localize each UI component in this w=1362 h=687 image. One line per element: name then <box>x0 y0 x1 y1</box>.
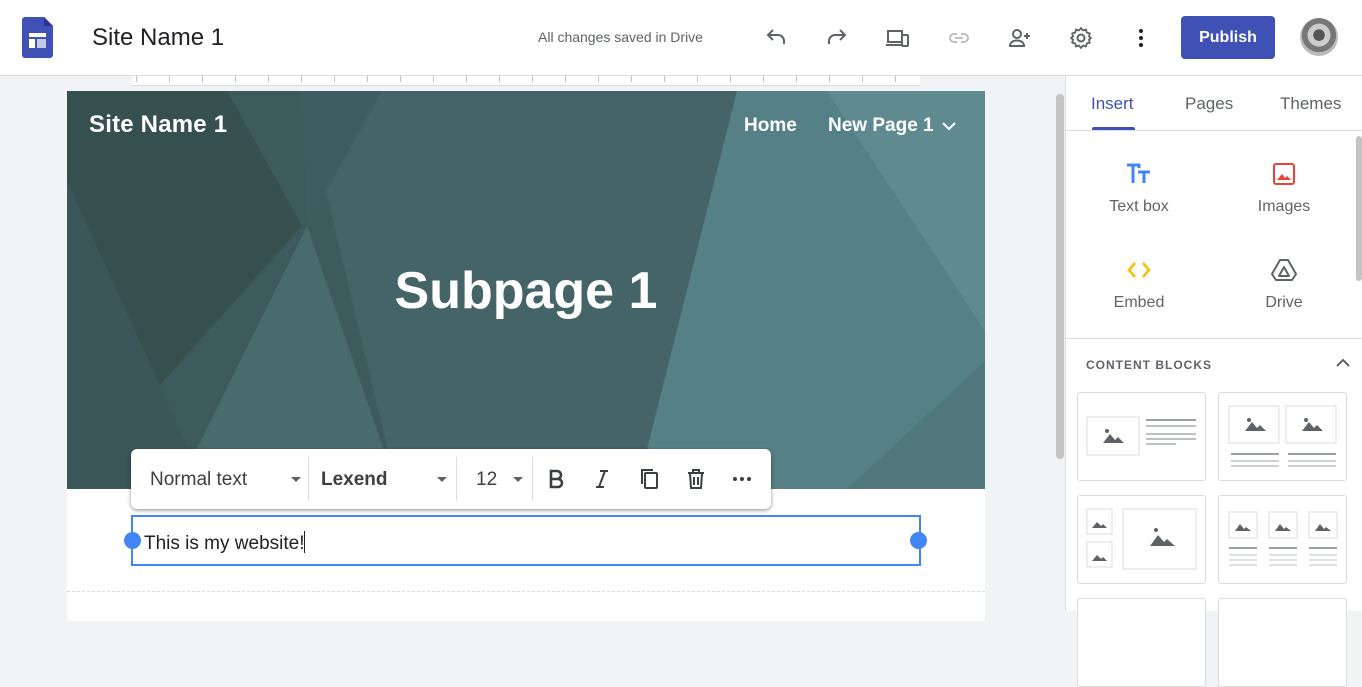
insert-drive-button[interactable]: Drive <box>1224 256 1344 312</box>
site-title[interactable]: Site Name 1 <box>92 24 224 52</box>
content-block-image-grid[interactable] <box>1077 495 1206 584</box>
side-panel: Insert Pages Themes Text box Images Embe… <box>1065 76 1362 687</box>
resize-handle-right[interactable] <box>910 532 927 549</box>
insert-item-label: Drive <box>1265 294 1303 311</box>
share-add-person-icon[interactable] <box>1004 22 1036 54</box>
ruler-tick <box>268 76 269 82</box>
insert-text-box-button[interactable]: Text box <box>1079 160 1199 216</box>
tab-themes[interactable]: Themes <box>1280 94 1341 114</box>
bold-icon[interactable] <box>542 465 570 493</box>
ruler-tick <box>631 76 632 82</box>
ruler-tick <box>598 76 599 82</box>
tab-pages[interactable]: Pages <box>1185 94 1233 114</box>
content-block-image-text[interactable] <box>1077 392 1206 481</box>
ruler-tick <box>202 76 203 82</box>
divider <box>1066 338 1362 339</box>
ruler-tick <box>466 76 467 82</box>
redo-icon[interactable] <box>821 22 853 54</box>
font-family-dropdown[interactable]: Lexend <box>321 469 388 491</box>
drive-icon <box>1270 256 1298 284</box>
ruler-tick <box>829 76 830 82</box>
nav-link-home[interactable]: Home <box>744 115 797 137</box>
font-size-dropdown[interactable]: 12 <box>476 469 497 491</box>
ruler-tick <box>301 76 302 82</box>
ruler-tick <box>664 76 665 82</box>
section-divider <box>67 591 985 592</box>
ruler-tick <box>136 76 137 82</box>
save-status: All changes saved in Drive <box>538 29 703 45</box>
ruler-tick <box>796 76 797 82</box>
ruler-tick <box>730 76 731 82</box>
ruler-tick <box>235 76 236 82</box>
hero-title[interactable]: Subpage 1 <box>67 261 985 321</box>
duplicate-icon[interactable] <box>635 465 663 493</box>
content-block-two-images[interactable] <box>1218 392 1347 481</box>
embed-code-icon <box>1125 256 1153 284</box>
content-block-three-images[interactable] <box>1218 495 1347 584</box>
divider <box>532 457 533 501</box>
chevron-down-icon[interactable] <box>941 118 957 134</box>
active-tab-indicator <box>1092 127 1135 130</box>
delete-trash-icon[interactable] <box>682 465 710 493</box>
content-blocks-header: CONTENT BLOCKS <box>1086 358 1212 372</box>
ruler-tick <box>697 76 698 82</box>
caret-down-icon[interactable] <box>437 477 447 482</box>
ruler-tick <box>763 76 764 82</box>
avatar[interactable] <box>1300 18 1338 56</box>
divider <box>456 457 457 501</box>
canvas-scrollbar[interactable] <box>1056 94 1064 459</box>
italic-icon[interactable] <box>588 465 616 493</box>
image-icon <box>1270 160 1298 188</box>
text-box-icon <box>1125 160 1153 188</box>
text-format-toolbar: Normal text Lexend 12 <box>131 449 771 509</box>
text-box[interactable]: This is my website! <box>131 515 921 566</box>
publish-button[interactable]: Publish <box>1181 16 1275 59</box>
text-box-content[interactable]: This is my website! <box>144 531 306 555</box>
insert-embed-button[interactable]: Embed <box>1079 256 1199 312</box>
ruler-tick <box>895 76 896 82</box>
ruler-tick <box>334 76 335 82</box>
insert-item-label: Images <box>1257 198 1311 215</box>
content-block[interactable] <box>1218 598 1347 687</box>
caret-down-icon[interactable] <box>291 477 301 482</box>
insert-images-button[interactable]: Images <box>1224 160 1344 216</box>
link-icon[interactable] <box>943 22 975 54</box>
text-cursor <box>304 531 306 553</box>
panel-scrollbar[interactable] <box>1356 136 1362 281</box>
content-block[interactable] <box>1077 598 1206 687</box>
undo-icon[interactable] <box>760 22 792 54</box>
ruler-tick <box>433 76 434 82</box>
ruler-tick <box>499 76 500 82</box>
ruler-tick <box>169 76 170 82</box>
ruler <box>132 76 920 86</box>
hero-banner[interactable]: Site Name 1 Home New Page 1 Subpage 1 <box>67 91 985 489</box>
preview-devices-icon[interactable] <box>881 22 913 54</box>
top-bar: Site Name 1 All changes saved in Drive P… <box>0 0 1362 76</box>
settings-gear-icon[interactable] <box>1065 22 1097 54</box>
resize-handle-left[interactable] <box>124 532 141 549</box>
divider <box>308 457 309 501</box>
panel-tabs: Insert Pages Themes <box>1066 76 1362 131</box>
caret-down-icon[interactable] <box>513 477 523 482</box>
nav-link-new-page[interactable]: New Page 1 <box>828 115 934 137</box>
chevron-up-icon[interactable] <box>1334 354 1352 372</box>
ruler-tick <box>565 76 566 82</box>
tab-insert[interactable]: Insert <box>1091 94 1134 114</box>
insert-item-label: Embed <box>1113 294 1165 311</box>
paragraph-style-dropdown[interactable]: Normal text <box>150 469 247 491</box>
ruler-tick <box>400 76 401 82</box>
more-vert-icon[interactable] <box>1125 22 1157 54</box>
more-horiz-icon[interactable] <box>728 465 756 493</box>
insert-item-label: Text box <box>1109 198 1169 215</box>
ruler-tick <box>862 76 863 82</box>
text-box-text[interactable]: This is my website! <box>144 533 304 554</box>
ruler-tick <box>367 76 368 82</box>
header-site-name[interactable]: Site Name 1 <box>89 111 227 139</box>
google-sites-logo-icon[interactable] <box>22 17 53 58</box>
ruler-tick <box>532 76 533 82</box>
